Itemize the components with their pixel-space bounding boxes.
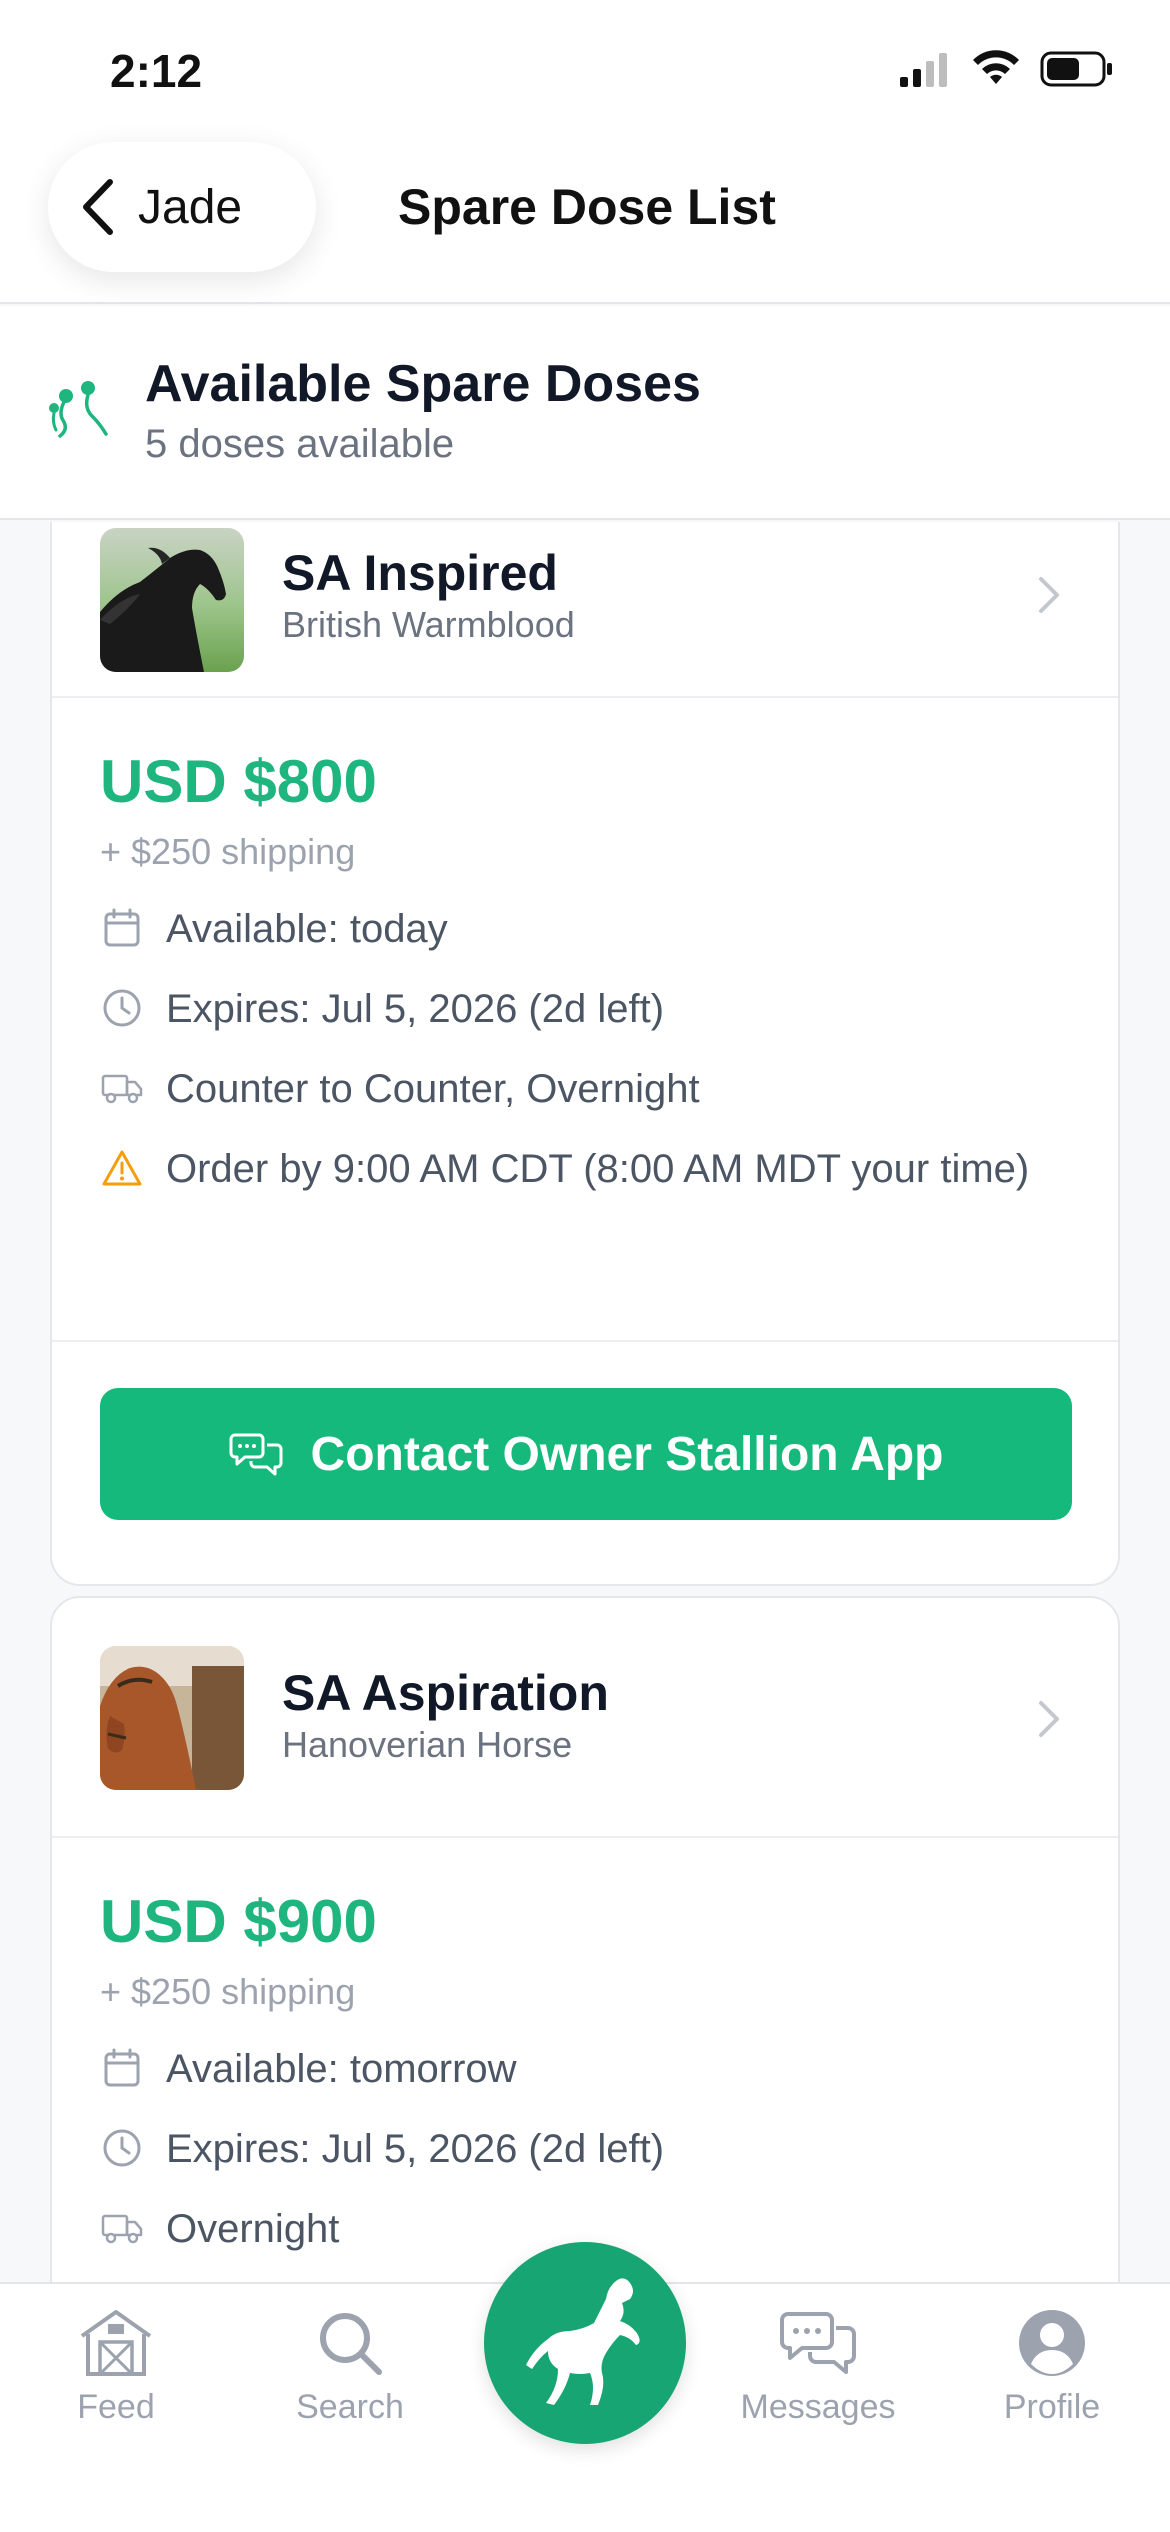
truck-icon <box>100 1064 144 1112</box>
expiry-row: Expires: Jul 5, 2026 (2d left) <box>100 2124 1070 2174</box>
wifi-icon <box>973 50 1019 84</box>
expiry-text: Expires: Jul 5, 2026 (2d left) <box>166 2127 665 2171</box>
status-icons <box>900 50 1114 88</box>
top-bar: 2:12 Jade Spare Dose List <box>0 0 1170 304</box>
horse-icon <box>526 2278 640 2405</box>
horse-name: SA Inspired <box>282 545 558 601</box>
section-title: Available Spare Doses <box>145 355 701 413</box>
chevron-right-icon <box>1039 577 1059 613</box>
order-by-row: Order by 9:00 AM CDT (8:00 AM MDT your t… <box>100 1144 1070 1194</box>
horse-photo <box>100 1646 244 1790</box>
back-button[interactable]: Jade <box>48 142 316 272</box>
listing-header[interactable]: SA Aspiration Hanoverian Horse <box>52 1598 1118 1838</box>
back-label: Jade <box>138 180 243 234</box>
horse-breed: British Warmblood <box>282 604 575 645</box>
tab-feed[interactable]: Feed <box>16 2308 216 2427</box>
shipping-method-text: Overnight <box>166 2207 340 2251</box>
messages-icon <box>780 2312 856 2374</box>
tab-messages[interactable]: Messages <box>718 2308 918 2427</box>
calendar-icon <box>100 904 144 952</box>
listing-details: USD $800 + $250 shipping Available: toda… <box>52 698 1118 1340</box>
battery-icon <box>1040 51 1112 87</box>
search-icon <box>320 2313 382 2375</box>
listing-header[interactable]: SA Inspired British Warmblood <box>52 522 1118 698</box>
tab-messages-label: Messages <box>740 2388 896 2426</box>
horse-name: SA Aspiration <box>282 1665 609 1721</box>
shipping-method-text: Counter to Counter, Overnight <box>166 1067 700 1111</box>
calendar-icon <box>100 2044 144 2092</box>
spare-dose-list-screen: 2:12 Jade Spare Dose List Available Spar… <box>0 0 1170 2532</box>
warning-icon <box>100 1144 144 1192</box>
tab-profile[interactable]: Profile <box>952 2308 1152 2427</box>
status-time: 2:12 <box>110 45 203 97</box>
clock-icon <box>100 984 144 1032</box>
section-subtitle: 5 doses available <box>145 422 455 466</box>
chevron-right-icon <box>1039 1701 1059 1737</box>
sperm-icon <box>49 381 108 438</box>
expiry-row: Expires: Jul 5, 2026 (2d left) <box>100 984 1070 1034</box>
tab-feed-label: Feed <box>77 2388 155 2426</box>
availability-row: Available: today <box>100 904 1070 954</box>
availability-text: Available: today <box>166 907 448 951</box>
price: USD $900 <box>100 1888 377 1955</box>
shipping-cost: + $250 shipping <box>100 831 356 872</box>
contact-owner-label: Contact Owner Stallion App <box>310 1427 944 1481</box>
tab-profile-label: Profile <box>1003 2388 1101 2426</box>
chevron-left-icon <box>83 179 113 235</box>
barn-icon <box>80 2310 152 2376</box>
tab-search[interactable]: Search <box>250 2308 450 2427</box>
listing-card: SA Aspiration Hanoverian Horse USD $900 … <box>50 1596 1120 2282</box>
shipping-cost: + $250 shipping <box>100 1971 356 2012</box>
order-by-text: Order by 9:00 AM CDT (8:00 AM MDT your t… <box>166 1147 1030 1191</box>
contact-owner-button[interactable]: Contact Owner Stallion App <box>100 1388 1072 1520</box>
horse-breed: Hanoverian Horse <box>282 1724 573 1765</box>
listing-card: SA Inspired British Warmblood USD $800 +… <box>50 522 1120 1586</box>
page-title: Spare Dose List <box>398 179 776 235</box>
card-divider <box>52 1340 1118 1342</box>
profile-icon <box>1019 2310 1085 2376</box>
price: USD $800 <box>100 748 377 815</box>
availability-text: Available: tomorrow <box>166 2047 517 2091</box>
horse-photo <box>100 528 244 672</box>
listing-details: USD $900 + $250 shipping Available: tomo… <box>52 1838 1118 2254</box>
section-header: Available Spare Doses 5 doses available <box>0 306 1170 520</box>
clock-icon <box>100 2124 144 2172</box>
availability-row: Available: tomorrow <box>100 2044 1070 2094</box>
truck-icon <box>100 2204 144 2252</box>
cellular-signal-icon <box>900 53 947 87</box>
listing-scroll[interactable]: SA Inspired British Warmblood USD $800 +… <box>0 522 1170 2282</box>
expiry-text: Expires: Jul 5, 2026 (2d left) <box>166 987 665 1031</box>
chat-icon <box>229 1433 283 1476</box>
tab-search-label: Search <box>296 2388 404 2426</box>
shipping-method-row: Counter to Counter, Overnight <box>100 1064 1070 1114</box>
stallion-home-button[interactable] <box>484 2242 686 2444</box>
